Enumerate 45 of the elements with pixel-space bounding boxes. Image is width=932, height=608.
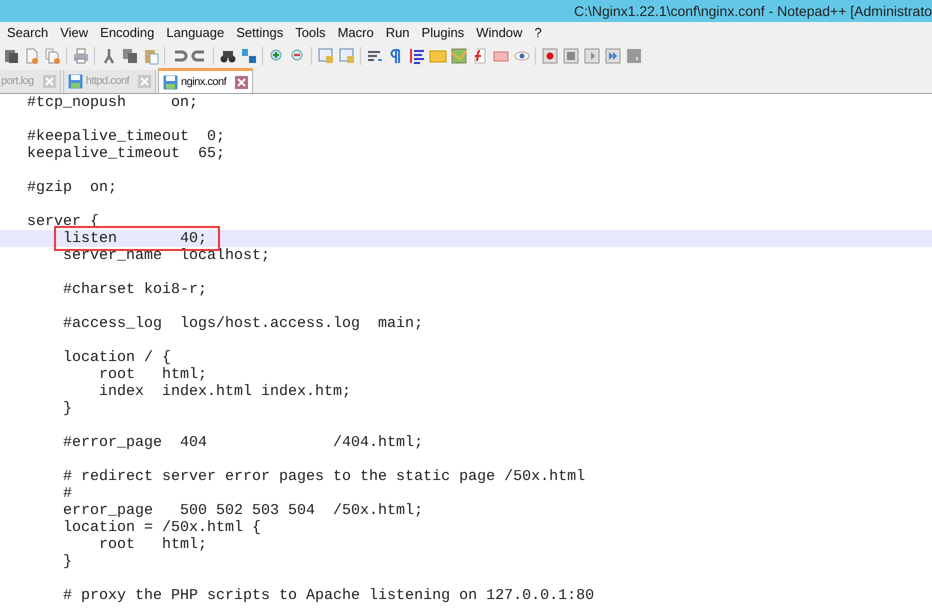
indent-guide-icon[interactable] — [408, 46, 426, 64]
code-line: keepalive_timeout 65; — [26, 145, 226, 162]
menu-item[interactable]: Settings — [236, 26, 284, 39]
documents-icon[interactable] — [44, 46, 62, 64]
copy-icon[interactable] — [120, 46, 138, 64]
play-icon[interactable] — [582, 46, 600, 64]
code-line: # redirect server error pages to the static page /50x.html — [62, 468, 586, 485]
tab-label: nginx.conf — [181, 74, 226, 90]
menu-item[interactable]: Macro — [338, 26, 374, 39]
code-line: } — [62, 400, 74, 417]
code-line: index index.html index.htm; — [98, 383, 352, 400]
menu-item[interactable]: Language — [166, 26, 224, 39]
record-icon[interactable] — [540, 46, 558, 64]
tab-label: port.log — [1, 74, 34, 90]
code-line: location / { — [62, 349, 172, 366]
menu-item[interactable]: Search — [7, 26, 48, 39]
code-line: } — [62, 553, 74, 570]
menu-item[interactable]: View — [60, 26, 88, 39]
menu-item[interactable]: Window — [476, 26, 522, 39]
menu-item[interactable]: Plugins — [422, 26, 464, 39]
code-line: #keepalive_timeout 0; — [26, 128, 226, 145]
menu-item[interactable]: Tools — [295, 26, 326, 39]
tab-label: httpd.conf — [86, 74, 130, 90]
code-line: location = /50x.html { — [62, 519, 262, 536]
menu-item[interactable]: Run — [386, 26, 410, 39]
code-line: #gzip on; — [26, 179, 118, 196]
code-line: server_name localhost; — [62, 247, 272, 264]
print-icon[interactable] — [72, 46, 90, 64]
file-tab[interactable]: nginx.conf — [158, 68, 254, 93]
code-line: #access_log logs/host.access.log main; — [62, 315, 424, 332]
code-line: # proxy the PHP scripts to Apache listening on 127.0.0.1:80 — [62, 587, 596, 604]
code-line: #error_page 404 /404.html; — [62, 434, 424, 451]
code-line: error_page 500 502 503 504 /50x.html; — [62, 502, 424, 519]
close-icon[interactable] — [235, 76, 248, 88]
replace-icon[interactable] — [240, 46, 258, 64]
code-line: # — [62, 485, 74, 502]
window-title: C:\Nginx1.22.1\conf\nginx.conf - Notepad++ [Administrato — [574, 2, 932, 21]
menu-item[interactable]: ? — [534, 26, 542, 39]
menu-item[interactable]: Encoding — [100, 26, 154, 39]
stop-icon[interactable] — [562, 46, 580, 64]
fast-forward-icon[interactable] — [604, 46, 622, 64]
code-line: root html; — [98, 536, 208, 553]
code-line: #charset koi8-r; — [62, 281, 208, 298]
code-line: root html; — [98, 366, 208, 383]
code-line: #tcp_nopush on; — [26, 94, 200, 111]
